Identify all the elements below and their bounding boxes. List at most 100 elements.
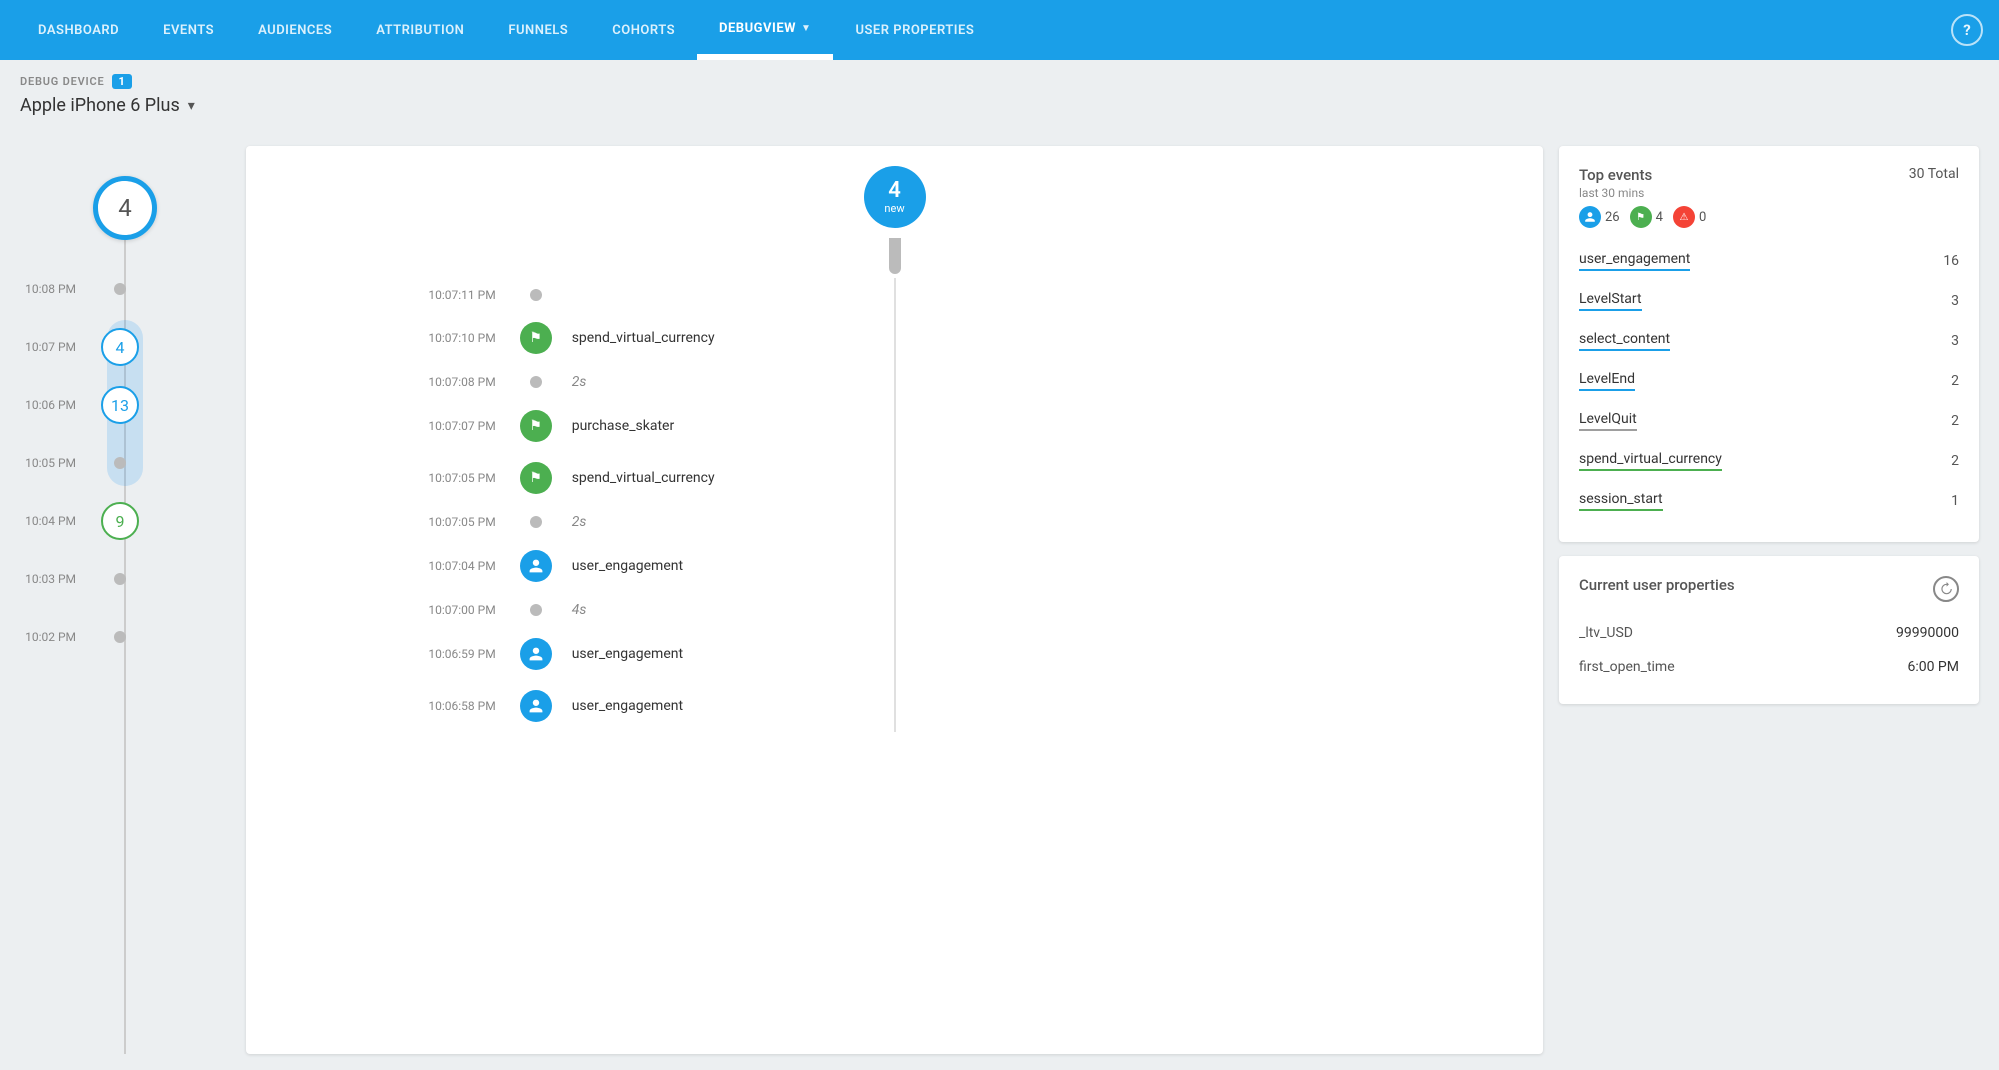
top-event-name-6: session_start	[1579, 491, 1663, 511]
top-event-count-1: 3	[1951, 293, 1959, 309]
badge-green: ⚑ 4	[1630, 206, 1663, 228]
top-event-count-4: 2	[1951, 413, 1959, 429]
event-row-8[interactable]: 10:06:59 PM user_engagement	[376, 628, 1414, 680]
new-bubble: 4 new	[864, 166, 926, 228]
badge-green-icon: ⚑	[1630, 206, 1652, 228]
event-icon-0	[516, 289, 556, 301]
center-events: 10:07:11 PM 10:07:10 PM ⚑ spend_virtual_…	[246, 278, 1543, 732]
event-row-9[interactable]: 10:06:58 PM user_engagement	[376, 680, 1414, 732]
timeline-entry-1003: 10:03 PM	[20, 550, 230, 608]
event-row-6[interactable]: 10:07:04 PM user_engagement	[376, 540, 1414, 592]
time-1008: 10:08 PM	[20, 283, 90, 295]
event-row-1[interactable]: 10:07:10 PM ⚑ spend_virtual_currency	[376, 312, 1414, 364]
nav-dashboard[interactable]: DASHBOARD	[16, 0, 141, 60]
device-selector[interactable]: Apple iPhone 6 Plus ▾	[20, 95, 1979, 116]
top-event-name-3: LevelEnd	[1579, 371, 1635, 391]
top-event-0[interactable]: user_engagement 16	[1579, 242, 1959, 282]
event-time-5: 10:07:05 PM	[376, 515, 516, 529]
nav-audiences[interactable]: AUDIENCES	[236, 0, 354, 60]
new-count: 4	[888, 179, 901, 203]
top-circle-number: 4	[118, 194, 132, 222]
top-event-6[interactable]: session_start 1	[1579, 482, 1959, 522]
nav-bar: DASHBOARD EVENTS AUDIENCES ATTRIBUTION F…	[0, 0, 1999, 60]
nav-funnels[interactable]: FUNNELS	[486, 0, 590, 60]
top-event-name-1: LevelStart	[1579, 291, 1642, 311]
event-time-4: 10:07:07 PM	[376, 419, 516, 433]
event-name-4: purchase_skater	[556, 418, 675, 434]
debug-device-badge: 1	[112, 74, 131, 89]
user-props-list: _ltv_USD 99990000 first_open_time 6:00 P…	[1579, 616, 1959, 684]
blue-person-icon-8	[520, 638, 552, 670]
right-panel: Top events last 30 mins 26 ⚑ 4	[1559, 146, 1979, 1054]
event-time-8: 10:06:59 PM	[376, 647, 516, 661]
help-button[interactable]: ?	[1951, 14, 1983, 46]
dot-1006: 13	[90, 386, 150, 424]
top-event-2[interactable]: select_content 3	[1579, 322, 1959, 362]
user-properties-card: Current user properties _ltv_USD 9999000…	[1559, 556, 1979, 704]
user-prop-1: first_open_time 6:00 PM	[1579, 650, 1959, 684]
top-events-list: user_engagement 16 LevelStart 3 select_c…	[1579, 242, 1959, 522]
event-gap-7: 4s	[556, 602, 587, 618]
time-1002: 10:02 PM	[20, 631, 90, 643]
event-icon-8	[516, 638, 556, 670]
event-time-1: 10:07:10 PM	[376, 331, 516, 345]
event-name-6: user_engagement	[556, 558, 683, 574]
time-1004: 10:04 PM	[20, 515, 90, 527]
event-row-7: 10:07:00 PM 4s	[376, 592, 1414, 628]
prop-name-0: _ltv_USD	[1579, 625, 1633, 641]
event-time-0: 10:07:11 PM	[376, 288, 516, 302]
event-time-2: 10:07:08 PM	[376, 375, 516, 389]
top-event-name-2: select_content	[1579, 331, 1670, 351]
top-event-5[interactable]: spend_virtual_currency 2	[1579, 442, 1959, 482]
center-panel[interactable]: 4 new 10:07:11 PM 10:07:10 PM ⚑ s	[246, 146, 1543, 1054]
time-1003: 10:03 PM	[20, 573, 90, 585]
top-event-4[interactable]: LevelQuit 2	[1579, 402, 1959, 442]
user-props-header: Current user properties	[1579, 576, 1959, 602]
event-icon-4: ⚑	[516, 410, 556, 442]
device-dropdown-icon: ▾	[188, 98, 195, 114]
event-icon-9	[516, 690, 556, 722]
main-content: 4 10:08 PM 10:07 PM 4	[0, 130, 1999, 1070]
dot-1005	[90, 457, 150, 469]
badge-red-icon: ⚠	[1673, 206, 1695, 228]
nav-debugview[interactable]: DEBUGVIEW ▼	[697, 0, 833, 60]
event-row-0: 10:07:11 PM	[376, 278, 1414, 312]
event-icon-3: ⚑	[516, 462, 556, 494]
history-icon[interactable]	[1933, 576, 1959, 602]
event-time-6: 10:07:04 PM	[376, 559, 516, 573]
time-1005: 10:05 PM	[20, 457, 90, 469]
debugview-dropdown-arrow: ▼	[801, 23, 811, 34]
event-gap-5: 2s	[556, 514, 587, 530]
event-row-3[interactable]: 10:07:05 PM ⚑ spend_virtual_currency	[376, 452, 1414, 504]
event-icon-1: ⚑	[516, 322, 556, 354]
top-event-count-0: 16	[1943, 253, 1959, 269]
device-bar: DEBUG DEVICE 1 Apple iPhone 6 Plus ▾	[0, 60, 1999, 130]
top-event-count-2: 3	[1951, 333, 1959, 349]
green-flag-icon-4: ⚑	[520, 410, 552, 442]
top-event-count-6: 1	[1951, 493, 1959, 509]
nav-attribution[interactable]: ATTRIBUTION	[354, 0, 486, 60]
nav-user-properties[interactable]: USER PROPERTIES	[833, 0, 996, 60]
event-name-9: user_engagement	[556, 698, 683, 714]
event-time-9: 10:06:58 PM	[376, 699, 516, 713]
top-event-count-5: 2	[1951, 453, 1959, 469]
top-event-3[interactable]: LevelEnd 2	[1579, 362, 1959, 402]
event-row-4[interactable]: 10:07:07 PM ⚑ purchase_skater	[376, 400, 1414, 452]
nav-cohorts[interactable]: COHORTS	[590, 0, 697, 60]
prop-value-1: 6:00 PM	[1907, 659, 1959, 675]
badge-red: ⚠ 0	[1673, 206, 1706, 228]
top-events-total: 30 Total	[1909, 166, 1959, 182]
top-event-1[interactable]: LevelStart 3	[1579, 282, 1959, 322]
event-icon-6	[516, 550, 556, 582]
event-icon-5	[516, 516, 556, 528]
nav-events[interactable]: EVENTS	[141, 0, 236, 60]
top-event-count-3: 2	[1951, 373, 1959, 389]
event-time-7: 10:07:00 PM	[376, 603, 516, 617]
dot-1002	[90, 631, 150, 643]
badge-blue-icon	[1579, 206, 1601, 228]
top-events-card: Top events last 30 mins 26 ⚑ 4	[1559, 146, 1979, 542]
dot-1003	[90, 573, 150, 585]
debug-device-label: DEBUG DEVICE 1	[20, 74, 1979, 89]
timeline-left: 4 10:08 PM 10:07 PM 4	[20, 146, 230, 1054]
time-1007: 10:07 PM	[20, 341, 90, 353]
